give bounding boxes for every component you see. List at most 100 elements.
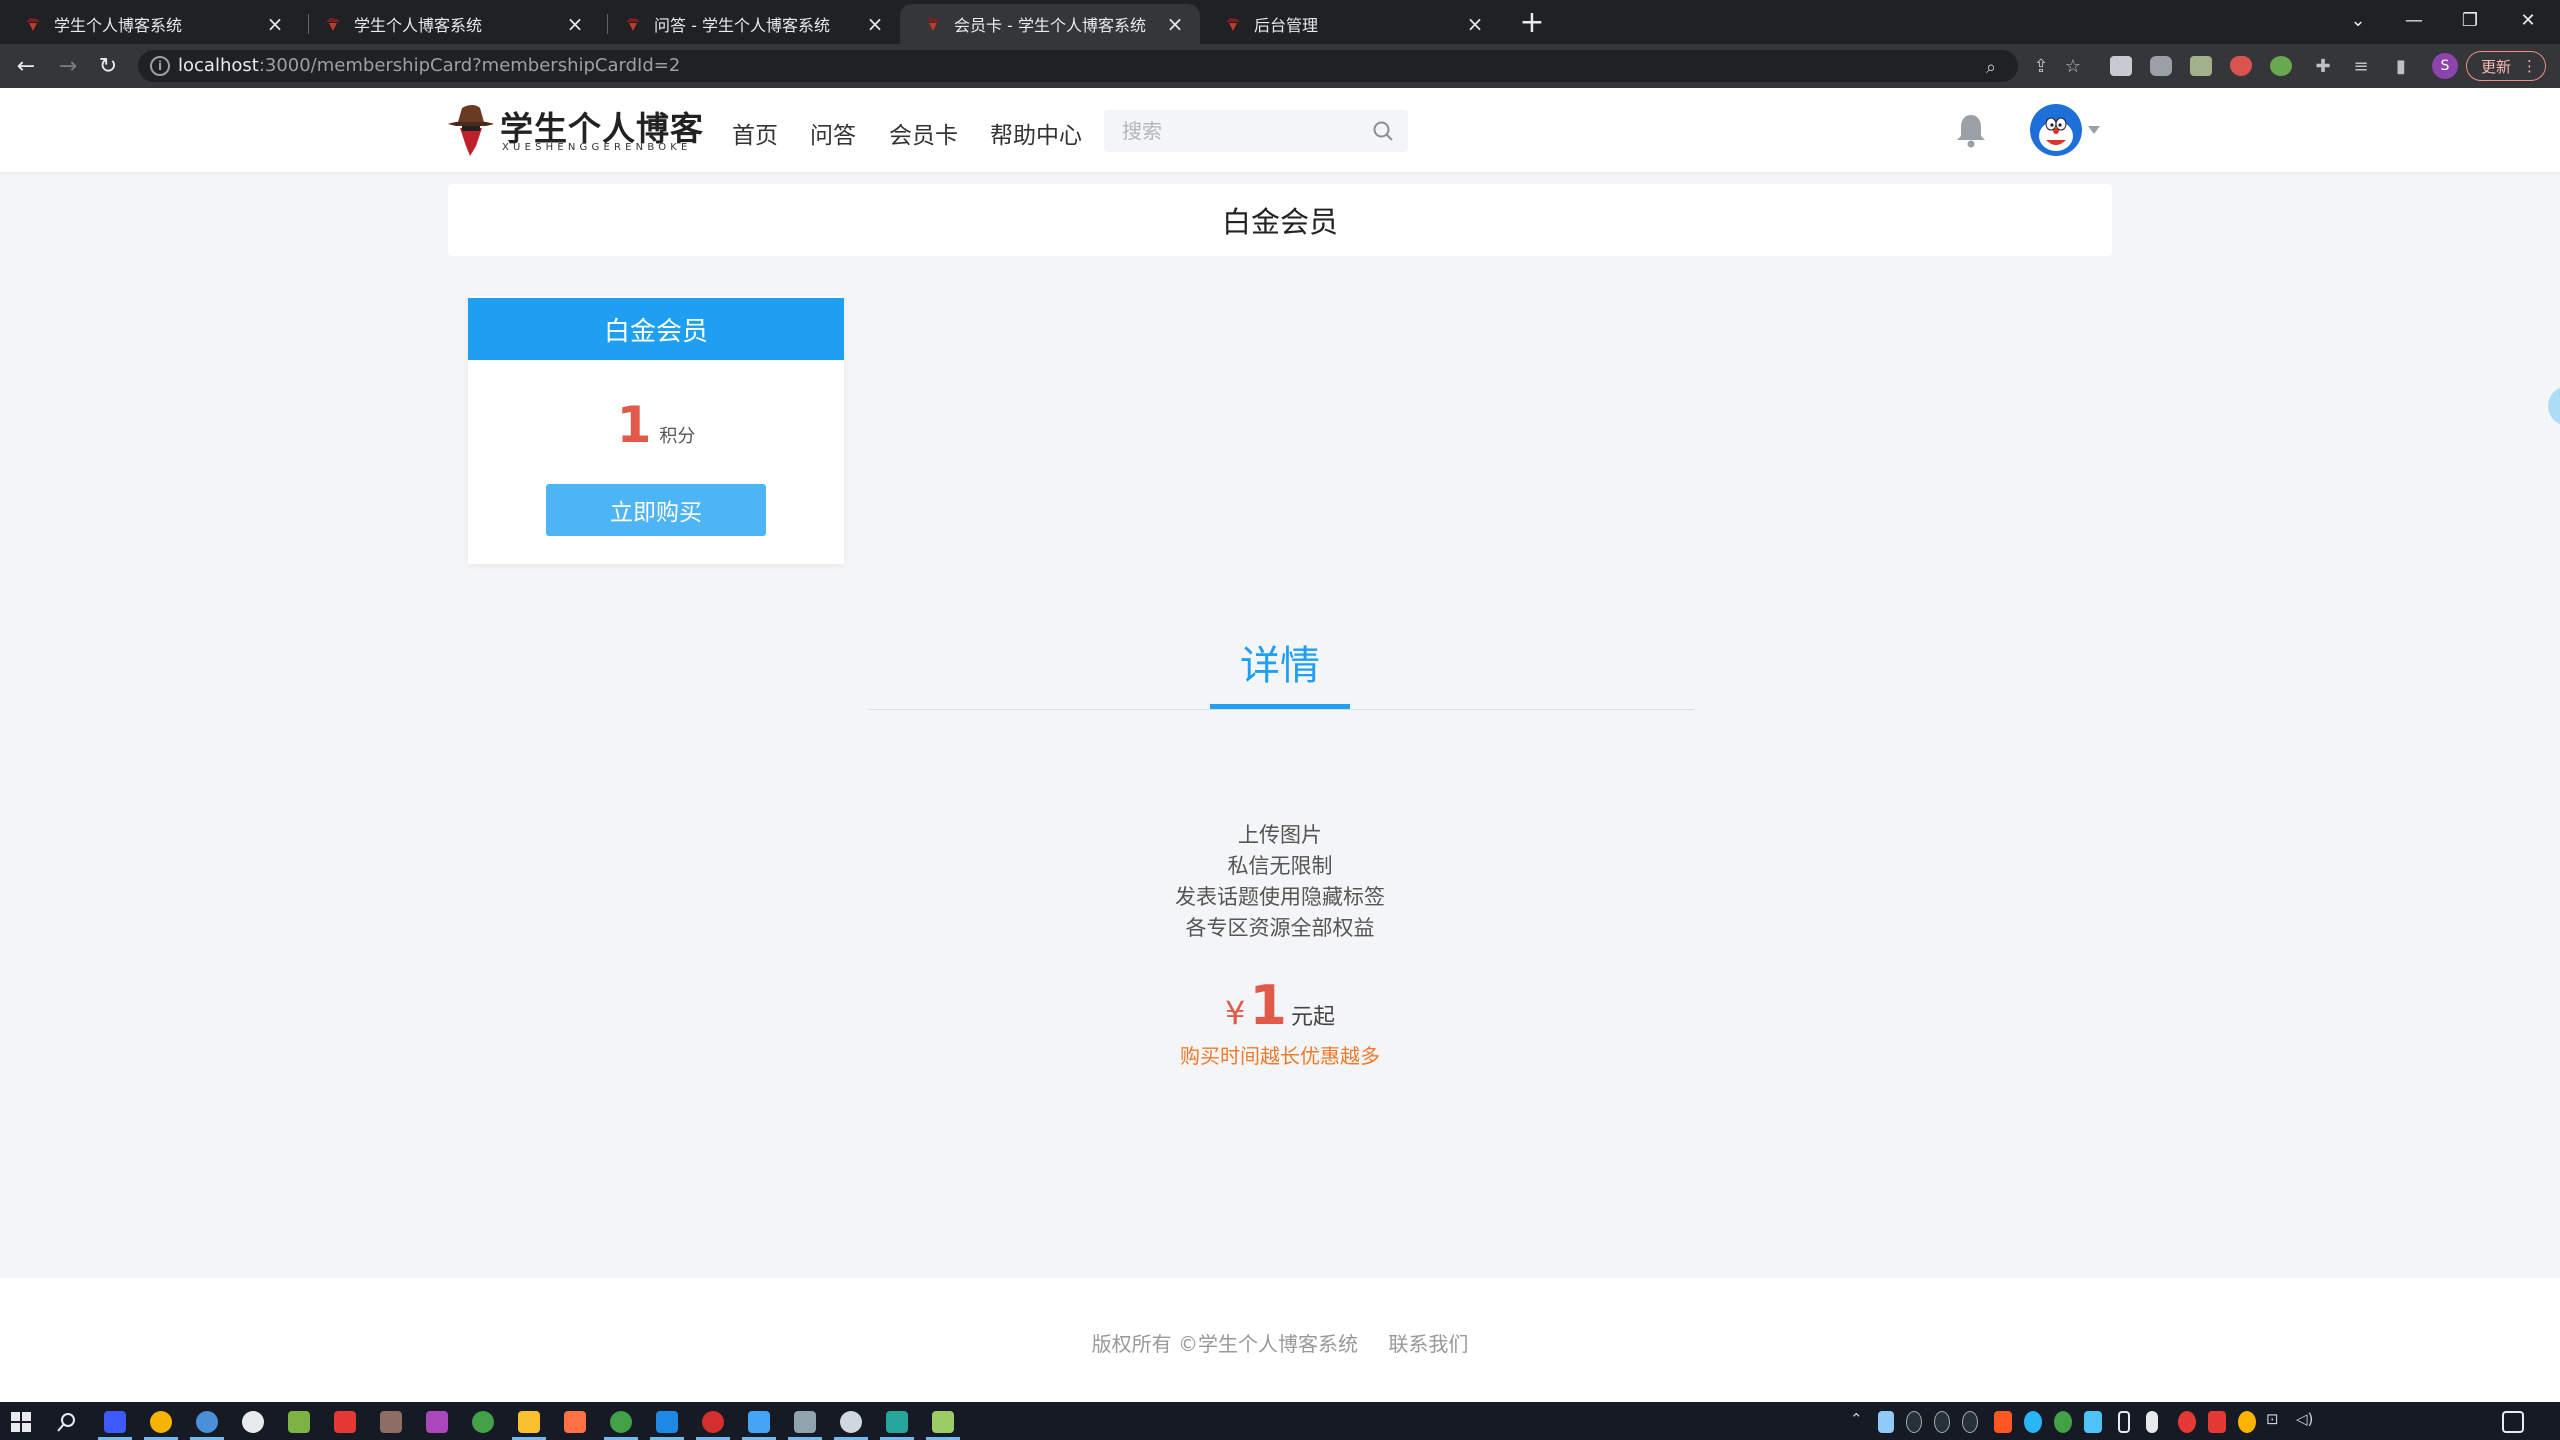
tray-qq-icon[interactable]: [1934, 1411, 1950, 1433]
tab-divider: [868, 709, 1694, 710]
url-text[interactable]: localhost:3000/membershipCard?membership…: [178, 55, 680, 76]
search-icon[interactable]: [1372, 120, 1394, 142]
taskbar-app-icon[interactable]: [564, 1411, 586, 1433]
tab-details[interactable]: 详情: [1210, 634, 1350, 710]
site-favicon-icon: [326, 18, 340, 31]
tab-search-icon[interactable]: ⌄: [2330, 0, 2386, 40]
browser-tab[interactable]: 后台管理 ×: [1200, 4, 1500, 44]
forward-icon[interactable]: →: [54, 52, 82, 80]
share-icon[interactable]: ⇪: [2030, 55, 2052, 77]
extension-shield-icon[interactable]: [2230, 56, 2252, 76]
update-button[interactable]: 更新 ⋮: [2466, 51, 2546, 81]
notification-bell-icon[interactable]: [1954, 112, 1988, 148]
taskbar-record-icon[interactable]: [242, 1411, 264, 1433]
tab-details-label: 详情: [1240, 643, 1320, 689]
logo-hat-icon: [448, 105, 494, 156]
points-value: 1: [616, 396, 652, 454]
reading-list-icon[interactable]: ≡: [2350, 55, 2372, 77]
more-menu-icon[interactable]: ⋮: [2522, 57, 2537, 75]
taskbar-app-icon[interactable]: [702, 1411, 724, 1433]
tray-microphone-icon[interactable]: [2146, 1411, 2158, 1433]
taskbar-browser-icon[interactable]: [196, 1411, 218, 1433]
tray-app-icon[interactable]: [1994, 1411, 2012, 1433]
tray-app-icon[interactable]: [2208, 1411, 2226, 1433]
tray-record-icon[interactable]: [2178, 1411, 2196, 1433]
extension-camera-icon[interactable]: [2150, 56, 2172, 76]
nav-membership-card[interactable]: 会员卡: [889, 116, 958, 150]
taskbar-wechat-icon[interactable]: [610, 1411, 632, 1433]
tray-usb-icon[interactable]: [2118, 1411, 2130, 1433]
side-panel-icon[interactable]: ▮: [2390, 55, 2412, 77]
windows-start-icon[interactable]: [10, 1411, 32, 1433]
feature-item: 发表话题使用隐藏标签: [1175, 885, 1385, 909]
back-icon[interactable]: ←: [12, 52, 40, 80]
user-avatar[interactable]: [2030, 104, 2082, 156]
browser-tab[interactable]: 问答 - 学生个人博客系统 ×: [600, 4, 900, 44]
site-info-icon[interactable]: i: [150, 56, 170, 76]
taskbar-app-icon[interactable]: [748, 1411, 770, 1433]
tray-app-icon[interactable]: [1878, 1411, 1894, 1433]
tray-volume-icon[interactable]: ◁): [2296, 1410, 2313, 1428]
taskbar-app-icon[interactable]: [794, 1411, 816, 1433]
taskbar-ide-icon[interactable]: [104, 1411, 126, 1433]
taskbar-chrome-icon[interactable]: [150, 1411, 172, 1433]
tray-wechat-icon[interactable]: [2054, 1411, 2072, 1433]
side-float-handle[interactable]: [2548, 386, 2560, 426]
new-tab-button[interactable]: +: [1516, 8, 1548, 40]
site-header: 学生个人博客 XUESHENGGERENBOKE 首页 问答 会员卡 帮助中心: [0, 88, 2560, 172]
extension-image-icon[interactable]: [2190, 56, 2212, 76]
taskbar-sync-icon[interactable]: [472, 1411, 494, 1433]
nav-help-center[interactable]: 帮助中心: [990, 116, 1082, 150]
tab-close-icon[interactable]: ×: [564, 12, 586, 36]
tray-app-icon[interactable]: [2024, 1411, 2042, 1433]
tray-qq-icon[interactable]: [1906, 1411, 1922, 1433]
taskbar-display-icon[interactable]: [288, 1411, 310, 1433]
tab-close-icon[interactable]: ×: [864, 12, 886, 36]
zoom-icon[interactable]: ⌕: [1980, 56, 2002, 78]
extensions-puzzle-icon[interactable]: ✚: [2312, 55, 2334, 77]
card-points: 1 积分: [468, 396, 844, 454]
reload-icon[interactable]: ↻: [94, 52, 122, 80]
browser-tab[interactable]: 学生个人博客系统 ×: [0, 4, 300, 44]
browser-tab-active[interactable]: 会员卡 - 学生个人博客系统 ×: [900, 4, 1200, 44]
nav-home[interactable]: 首页: [732, 116, 778, 150]
restore-icon[interactable]: ❐: [2442, 0, 2498, 40]
taskbar-chat-icon[interactable]: [840, 1411, 862, 1433]
profile-avatar[interactable]: S: [2432, 53, 2458, 79]
taskbar-app-icon[interactable]: [656, 1411, 678, 1433]
address-bar[interactable]: i localhost:3000/membershipCard?membersh…: [138, 50, 2018, 82]
close-window-icon[interactable]: ✕: [2500, 0, 2556, 40]
taskbar-app-icon[interactable]: [380, 1411, 402, 1433]
tab-close-icon[interactable]: ×: [264, 12, 286, 36]
search-input[interactable]: [1104, 110, 1364, 152]
taskbar-app-icon[interactable]: [426, 1411, 448, 1433]
extension-leaf-icon[interactable]: [2270, 56, 2292, 76]
taskbar-app-icon[interactable]: [886, 1411, 908, 1433]
tray-qq-icon[interactable]: [1962, 1411, 1978, 1433]
tab-close-icon[interactable]: ×: [1164, 12, 1186, 36]
browser-tab[interactable]: 学生个人博客系统 ×: [300, 4, 600, 44]
buy-now-button[interactable]: 立即购买: [546, 484, 766, 536]
taskbar-folder-icon[interactable]: [518, 1411, 540, 1433]
tray-chevron-icon[interactable]: ⌃: [1850, 1410, 1863, 1428]
tray-app-icon[interactable]: [2238, 1411, 2256, 1433]
feature-item: 上传图片: [1238, 823, 1322, 847]
taskbar-search-icon[interactable]: [56, 1411, 78, 1433]
tray-network-icon[interactable]: ⊡: [2266, 1410, 2279, 1428]
page-title: 白金会员: [1221, 205, 1338, 239]
site-logo[interactable]: 学生个人博客 XUESHENGGERENBOKE: [446, 102, 703, 160]
minimize-icon[interactable]: —: [2386, 0, 2442, 40]
nav-qa[interactable]: 问答: [810, 116, 856, 150]
notification-center-icon[interactable]: [2502, 1411, 2524, 1433]
footer-contact-link[interactable]: 联系我们: [1388, 1332, 1468, 1356]
taskbar-notepad-icon[interactable]: [932, 1411, 954, 1433]
site-favicon-icon: [26, 18, 40, 31]
browser-tab-strip: 学生个人博客系统 × 学生个人博客系统 × 问答 - 学生个人博客系统 × 会员…: [0, 0, 2560, 44]
tab-close-icon[interactable]: ×: [1464, 12, 1486, 36]
tray-app-icon[interactable]: [2084, 1411, 2102, 1433]
bookmark-star-icon[interactable]: ☆: [2062, 55, 2084, 77]
extension-translate-icon[interactable]: [2110, 56, 2132, 76]
taskbar-app-icon[interactable]: [334, 1411, 356, 1433]
promo-text: 购买时间越长优惠越多: [1180, 1044, 1380, 1068]
avatar-dropdown-icon[interactable]: [2088, 126, 2100, 134]
